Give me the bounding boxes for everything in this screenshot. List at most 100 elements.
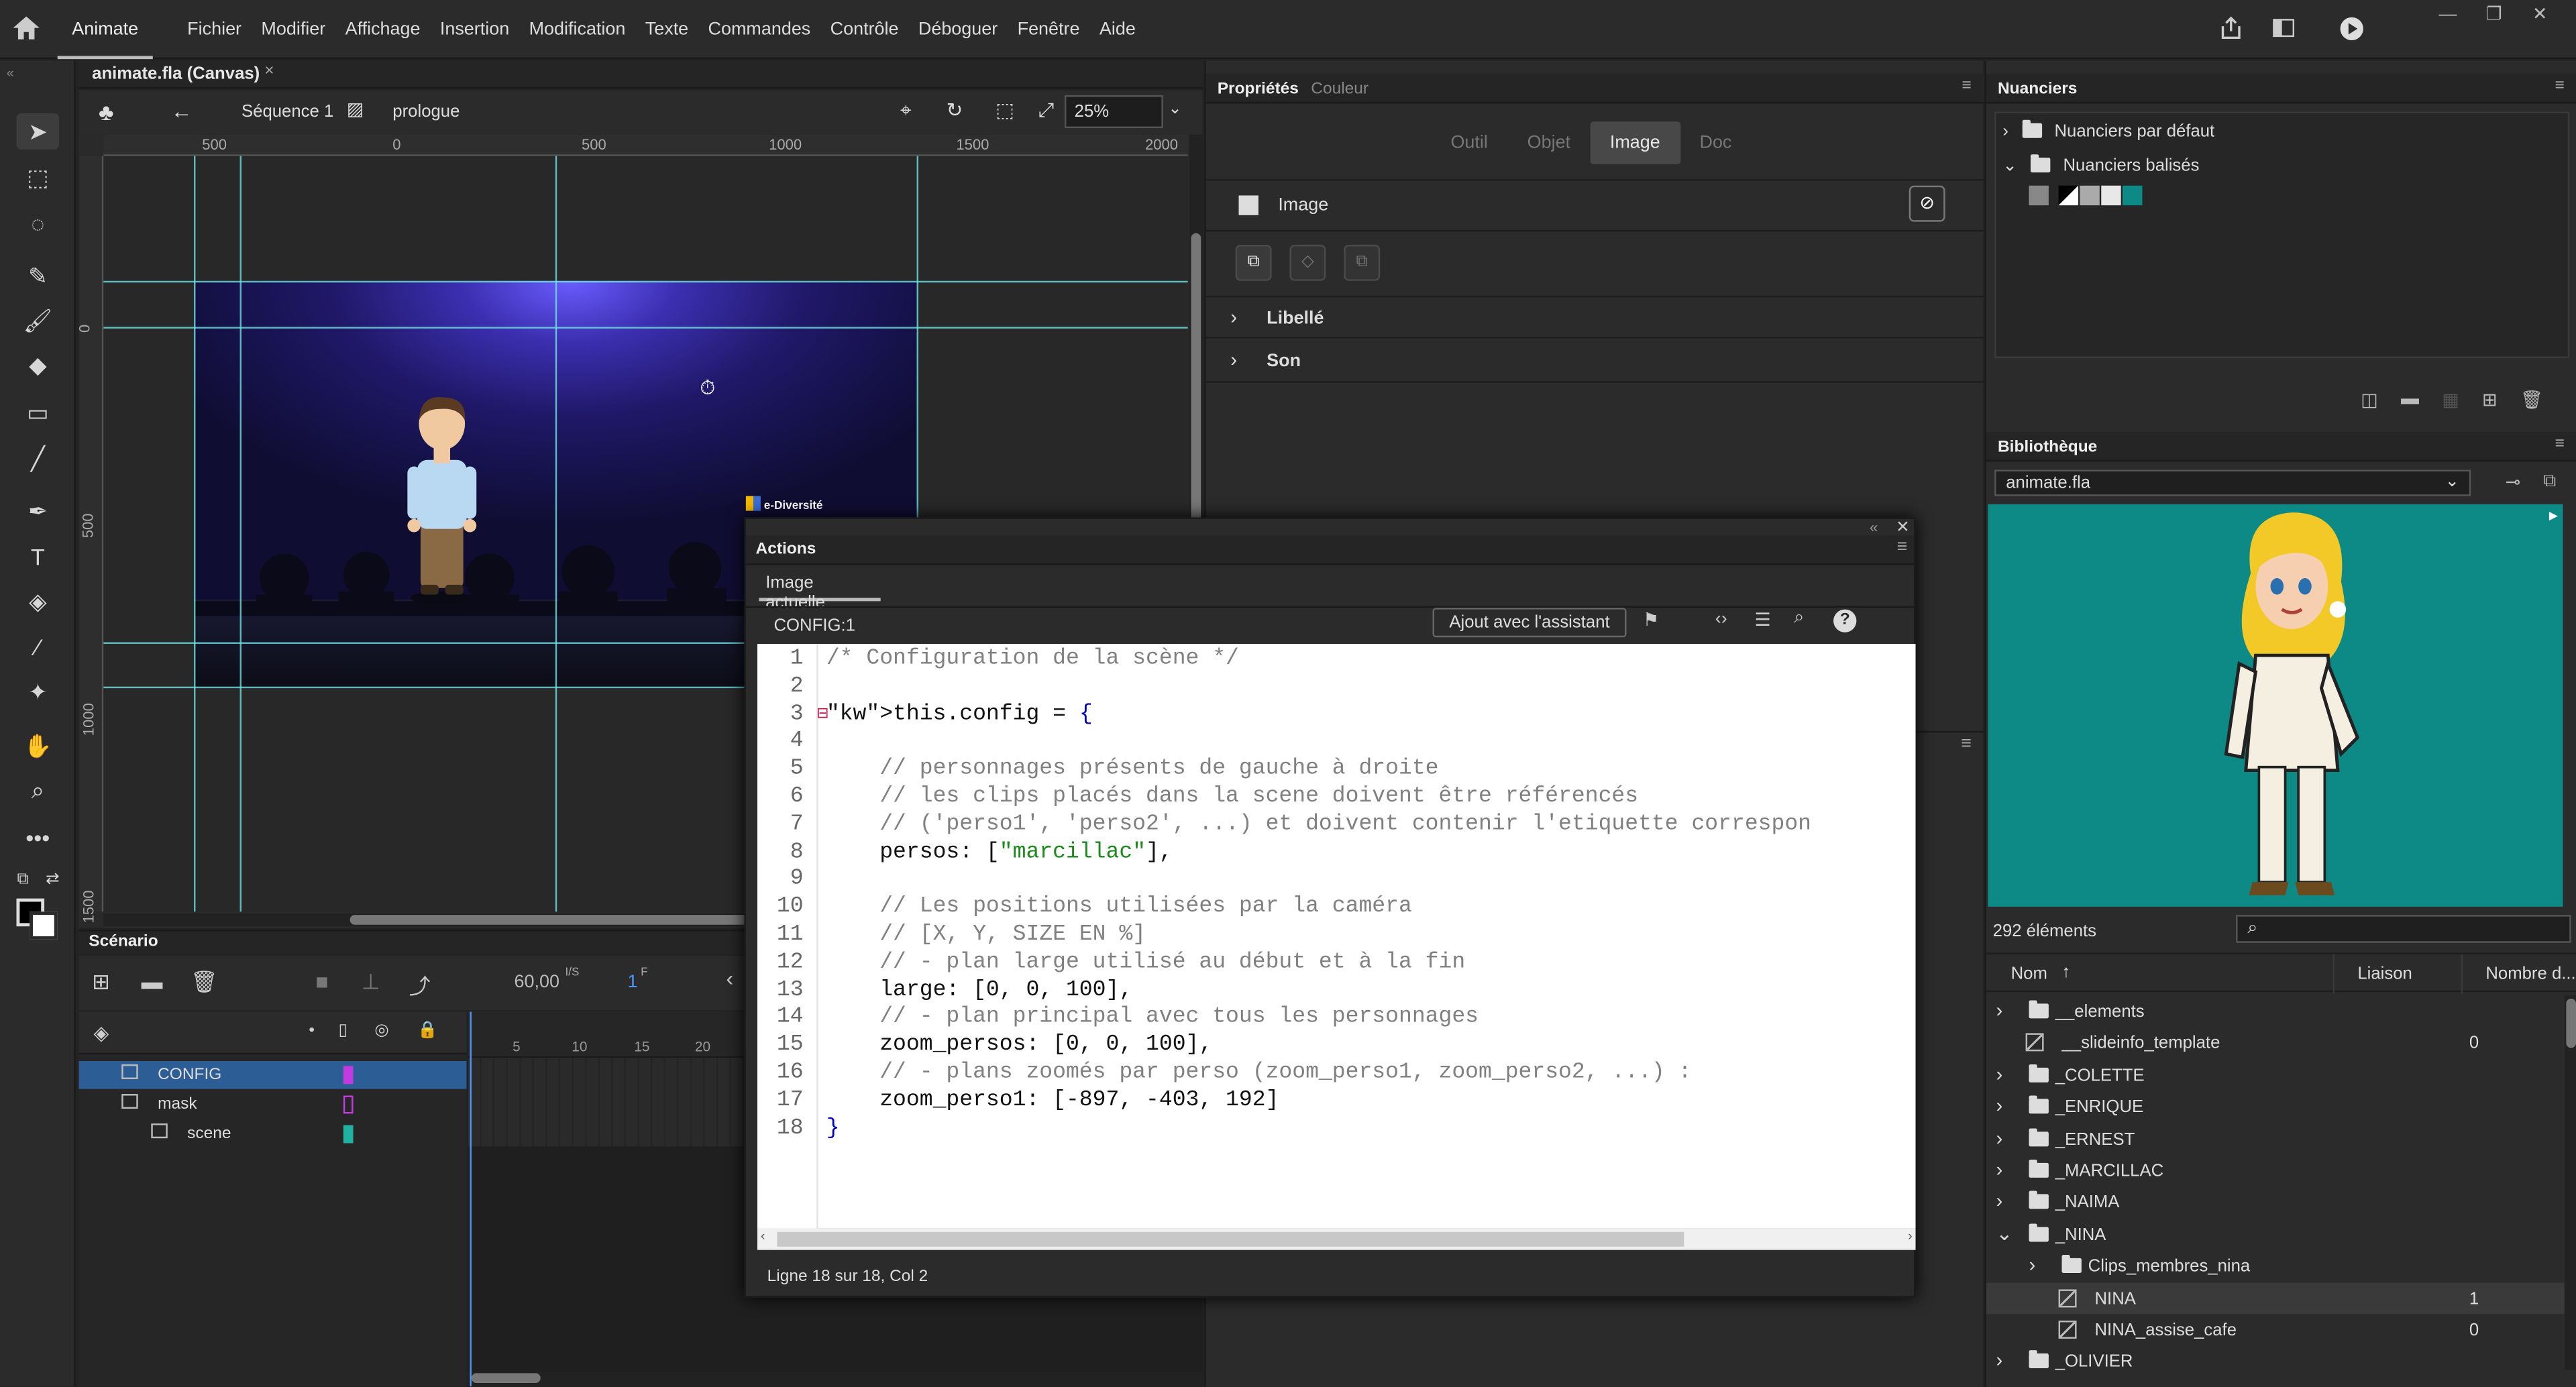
layer-color-swatch[interactable] bbox=[343, 1125, 354, 1144]
code-h-scrollbar[interactable]: ‹ › bbox=[757, 1228, 1916, 1250]
segment-objet[interactable]: Objet bbox=[1507, 121, 1590, 164]
library-item[interactable]: › __elements bbox=[1986, 995, 2565, 1027]
center-stage-icon[interactable]: ⌖ bbox=[900, 99, 912, 123]
rotate-view-icon[interactable]: ↻ bbox=[947, 99, 963, 121]
delete-swatch-icon[interactable]: 🗑 bbox=[2520, 389, 2543, 410]
column-use-count[interactable]: Nombre d... bbox=[2485, 964, 2575, 984]
menu-item[interactable]: Aide bbox=[1089, 0, 1145, 59]
panel-menu-icon[interactable]: ≡ bbox=[1962, 77, 1971, 95]
pin-library-icon[interactable]: ⊸ bbox=[2506, 471, 2521, 492]
document-tab[interactable]: animate.fla (Canvas) × bbox=[78, 60, 1203, 89]
close-document-icon[interactable]: × bbox=[264, 62, 274, 80]
code-assistant-button[interactable]: Ajout avec l'assistant bbox=[1432, 608, 1627, 638]
sort-arrow-icon[interactable]: ↑ bbox=[2061, 962, 2070, 982]
back-arrow-icon[interactable]: ← bbox=[171, 99, 193, 123]
parenting-icon[interactable]: ⊥ bbox=[362, 969, 380, 995]
library-item[interactable]: › _NAIMA bbox=[1986, 1186, 2565, 1218]
frame-option-icon[interactable]: ◇ bbox=[1289, 244, 1326, 281]
camera-marker-icon[interactable]: ⏱ bbox=[700, 376, 715, 401]
help-icon[interactable]: ? bbox=[1833, 609, 1857, 632]
text-tool-icon[interactable]: T bbox=[16, 539, 59, 575]
segment-image[interactable]: Image bbox=[1590, 121, 1680, 164]
menu-item[interactable]: Insertion bbox=[430, 0, 519, 59]
more-tools-icon[interactable]: ••• bbox=[16, 820, 59, 856]
guide-line[interactable] bbox=[103, 280, 1188, 283]
swatch-grid-icon[interactable] bbox=[2029, 185, 2049, 206]
menu-item[interactable]: Texte bbox=[635, 0, 698, 59]
app-name-tab[interactable]: Animate bbox=[57, 0, 153, 60]
menu-item[interactable]: Contrôle bbox=[820, 0, 908, 59]
pin-tool-icon[interactable]: ✦ bbox=[16, 673, 59, 710]
color-swatch[interactable] bbox=[2058, 185, 2078, 206]
hand-tool-icon[interactable]: ✋ bbox=[16, 728, 59, 764]
tab-color[interactable]: Couleur bbox=[1311, 80, 1368, 99]
menu-item[interactable]: Modifier bbox=[252, 0, 335, 59]
chevron-right-icon[interactable]: › bbox=[2029, 1254, 2036, 1276]
eraser-tool-icon[interactable]: ◆ bbox=[16, 347, 59, 383]
camera-icon[interactable]: ■ bbox=[315, 969, 328, 994]
fps-value[interactable]: 60,00 bbox=[515, 973, 559, 992]
column-linkage[interactable]: Liaison bbox=[2357, 964, 2412, 984]
layer-row[interactable]: scene bbox=[79, 1120, 467, 1148]
library-item[interactable]: › _MARCILLAC bbox=[1986, 1155, 2565, 1186]
new-swatch-folder-icon[interactable]: ▬ bbox=[2401, 389, 2419, 410]
restore-button[interactable]: ❐ bbox=[2474, 3, 2514, 26]
library-item[interactable]: NINA_assise_cafe 0 bbox=[1986, 1314, 2565, 1345]
clip-stage-icon[interactable]: ⬚ bbox=[996, 99, 1014, 121]
chevron-right-icon[interactable]: › bbox=[1996, 1158, 2003, 1181]
layer-row[interactable]: mask bbox=[79, 1091, 467, 1119]
library-item[interactable]: › _ERNEST bbox=[1986, 1123, 2565, 1154]
workspace-icon[interactable] bbox=[2272, 18, 2295, 38]
line-tool-icon[interactable]: ╱ bbox=[16, 440, 59, 476]
breadcrumb-symbol[interactable]: prologue bbox=[392, 102, 460, 121]
add-swatch-icon[interactable]: ⊞ bbox=[2482, 389, 2498, 410]
menu-item[interactable]: Modification bbox=[519, 0, 635, 59]
edit-frame-icon[interactable]: ⊘ bbox=[1909, 185, 1945, 222]
eyedropper-tool-icon[interactable]: ⁄ bbox=[16, 629, 59, 665]
character-marcillac[interactable] bbox=[404, 394, 483, 608]
guide-line[interactable] bbox=[239, 156, 242, 912]
chevron-down-icon[interactable]: ⌄ bbox=[1168, 100, 1182, 118]
panel-menu-icon[interactable]: ≡ bbox=[1961, 734, 1972, 754]
section-label[interactable]: › Libellé bbox=[1205, 295, 1985, 339]
swap-colors-icon[interactable]: ⇄ bbox=[40, 863, 66, 899]
lasso-tool-icon[interactable]: ◌ bbox=[16, 205, 59, 241]
close-window-button[interactable]: ✕ bbox=[2520, 3, 2560, 26]
breadcrumb-scene[interactable]: Séquence 1 bbox=[241, 102, 333, 121]
close-panel-icon[interactable]: ✕ bbox=[1896, 519, 1910, 537]
default-colors-icon[interactable]: ⧉ bbox=[10, 863, 36, 899]
code-editor[interactable]: 1 2 3 4 5 6 7 8 9 10 11 12 13 14 15 16 17 18 /* Configura… bbox=[757, 644, 1916, 1229]
pin-script-icon[interactable]: ⚑ bbox=[1643, 610, 1659, 630]
library-item[interactable]: › _OLIVIER bbox=[1986, 1346, 2565, 1370]
home-icon[interactable] bbox=[13, 16, 40, 40]
library-item[interactable]: NINA 1 bbox=[1986, 1282, 2565, 1314]
selection-tool-icon[interactable]: ➤ bbox=[16, 113, 60, 150]
color-swatch[interactable] bbox=[2080, 185, 2100, 206]
tab-current-frame[interactable]: Image actuelle bbox=[759, 568, 881, 612]
frame-option-icon[interactable]: ⧉ bbox=[1344, 244, 1381, 281]
library-search-input[interactable]: ⌕ bbox=[2236, 915, 2571, 943]
timeline-h-scrollbar[interactable] bbox=[468, 1371, 1203, 1386]
current-frame[interactable]: 1 bbox=[628, 973, 638, 992]
insert-target-icon[interactable]: ‹› bbox=[1715, 610, 1727, 629]
collapse-panel-icon[interactable]: « bbox=[1870, 519, 1878, 535]
panel-menu-icon[interactable]: ≡ bbox=[1897, 537, 1908, 557]
swatch-group-tagged[interactable]: ⌄ Nuanciers balisés bbox=[2002, 154, 2199, 176]
chevron-right-icon[interactable]: › bbox=[1996, 1062, 2003, 1085]
guide-line[interactable] bbox=[555, 156, 557, 912]
outline-icon[interactable]: ▯ bbox=[338, 1021, 347, 1040]
library-item[interactable]: __slideinfo_template 0 bbox=[1986, 1028, 2565, 1059]
minimize-button[interactable]: — bbox=[2428, 3, 2468, 26]
color-swatch[interactable] bbox=[2123, 185, 2143, 206]
menu-item[interactable]: Fenêtre bbox=[1008, 0, 1089, 59]
zoom-input[interactable]: 25% bbox=[1064, 95, 1163, 129]
panel-menu-icon[interactable]: ≡ bbox=[2555, 435, 2565, 453]
fold-marker-icon[interactable]: ⊟ bbox=[816, 706, 828, 722]
library-item[interactable]: › Clips_membres_nina bbox=[1986, 1250, 2565, 1282]
fit-view-icon[interactable]: ⤢ bbox=[1038, 99, 1055, 123]
menu-item[interactable]: Affichage bbox=[335, 0, 430, 59]
highlight-icon[interactable]: • bbox=[309, 1021, 315, 1040]
chevron-left-icon[interactable]: ‹ bbox=[726, 966, 733, 991]
library-scrollbar[interactable] bbox=[2564, 995, 2576, 1370]
free-transform-tool-icon[interactable]: ⬚ bbox=[16, 160, 59, 196]
